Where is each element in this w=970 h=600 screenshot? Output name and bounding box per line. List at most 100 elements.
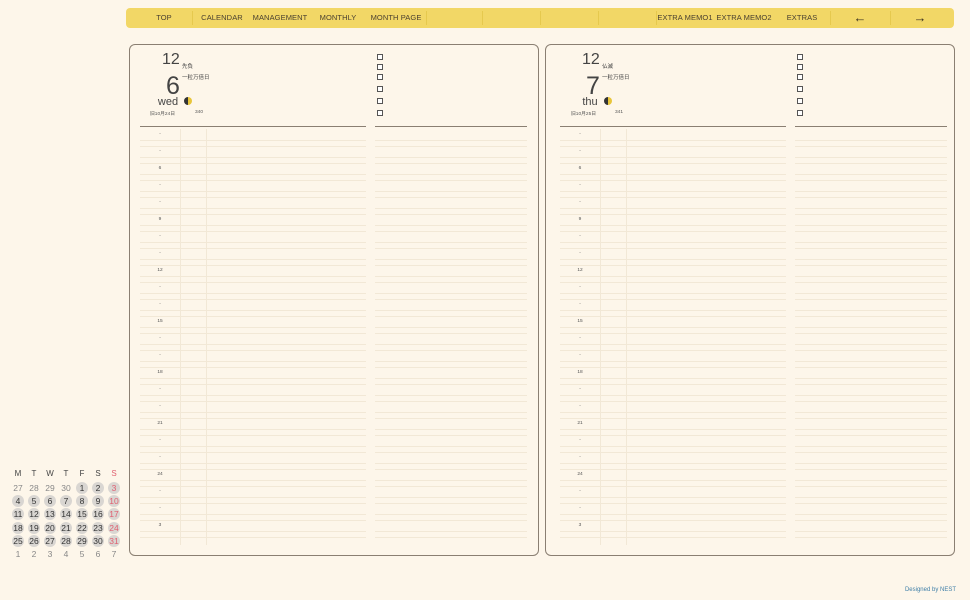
calendar-day[interactable]: 2 <box>92 482 104 494</box>
schedule-grid-line <box>140 180 366 181</box>
memo-grid-line <box>795 384 947 385</box>
calendar-day[interactable]: 28 <box>60 534 72 547</box>
calendar-day[interactable]: 26 <box>28 534 40 547</box>
hour-label: 6 <box>578 166 582 171</box>
prev-arrow-icon[interactable]: ← <box>830 8 890 28</box>
calendar-day[interactable]: 18 <box>12 521 24 534</box>
calendar-day[interactable]: 16 <box>92 508 104 521</box>
schedule-grid-line <box>140 282 366 283</box>
schedule-grid-line <box>560 435 786 436</box>
todo-checkbox[interactable] <box>797 86 803 92</box>
todo-checkbox[interactable] <box>797 54 803 60</box>
memo-grid-line <box>375 514 527 515</box>
month-number: 12 <box>582 51 600 68</box>
memo-grid-line <box>375 180 527 181</box>
calendar-day[interactable]: 30 <box>92 534 104 547</box>
calendar-day[interactable]: 14 <box>60 508 72 521</box>
memo-grid-line <box>375 350 527 351</box>
schedule-grid-line <box>560 316 786 317</box>
hour-label: - <box>579 455 581 460</box>
nav-extras[interactable]: EXTRAS <box>774 8 830 28</box>
calendar-day[interactable]: 13 <box>44 508 56 521</box>
todo-checkbox[interactable] <box>377 98 383 104</box>
memo-grid-line <box>375 276 527 277</box>
memo-grid-line <box>795 412 947 413</box>
calendar-day[interactable]: 12 <box>28 508 40 521</box>
todo-checkbox[interactable] <box>377 86 383 92</box>
weekday-header: T <box>31 469 37 478</box>
schedule-grid-line <box>560 197 786 198</box>
todo-checkbox[interactable] <box>797 64 803 70</box>
calendar-day[interactable]: 20 <box>44 521 56 534</box>
todo-checkbox[interactable] <box>377 110 383 116</box>
todo-checkbox[interactable] <box>377 54 383 60</box>
nav-extra-memo1[interactable]: EXTRA MEMO1 <box>656 8 714 28</box>
calendar-day[interactable]: 25 <box>12 534 24 547</box>
memo-grid-line <box>795 486 947 487</box>
hour-label: - <box>579 387 581 392</box>
schedule-grid-line <box>140 333 366 334</box>
todo-checkbox[interactable] <box>797 74 803 80</box>
next-arrow-icon[interactable]: → <box>890 8 950 28</box>
hour-label: - <box>579 285 581 290</box>
calendar-day[interactable]: 5 <box>28 495 40 508</box>
calendar-day[interactable]: 17 <box>108 508 120 521</box>
calendar-day[interactable]: 11 <box>12 508 24 521</box>
schedule-grid-line <box>140 276 366 277</box>
schedule-grid-line <box>560 191 786 192</box>
nav-monthly[interactable]: MONTHLY <box>310 8 366 28</box>
memo-grid-line <box>375 163 527 164</box>
calendar-day[interactable]: 8 <box>76 495 88 508</box>
nav-divider <box>540 11 541 25</box>
calendar-day[interactable]: 9 <box>92 495 104 508</box>
nav-month-page[interactable]: MONTH PAGE <box>366 8 426 28</box>
schedule-grid-line <box>140 401 366 402</box>
schedule-grid-line <box>560 208 786 209</box>
hour-label: 3 <box>158 523 162 528</box>
weekday-header: S <box>111 469 117 478</box>
calendar-day[interactable]: 27 <box>44 534 56 547</box>
memo-grid-line <box>795 208 947 209</box>
calendar-day[interactable]: 7 <box>60 495 72 508</box>
hour-label: - <box>159 387 161 392</box>
schedule-grid-line <box>560 401 786 402</box>
calendar-day[interactable]: 22 <box>76 521 88 534</box>
nav-extra-memo2[interactable]: EXTRA MEMO2 <box>714 8 774 28</box>
memo-grid-line <box>375 310 527 311</box>
schedule-grid-line <box>560 344 786 345</box>
nav-management[interactable]: MANAGEMENT <box>250 8 310 28</box>
schedule-grid-line <box>140 327 366 328</box>
memo-grid-line <box>795 316 947 317</box>
hour-label: - <box>579 404 581 409</box>
schedule-grid-line <box>140 514 366 515</box>
calendar-day[interactable]: 3 <box>108 482 120 494</box>
header-divider-left <box>560 126 786 127</box>
hour-label: - <box>579 489 581 494</box>
calendar-day[interactable]: 29 <box>76 534 88 547</box>
calendar-day-other-month: 30 <box>61 483 71 493</box>
nav-top[interactable]: TOP <box>136 8 192 28</box>
calendar-day-other-month: 1 <box>15 549 21 559</box>
hour-label: - <box>579 234 581 239</box>
hour-label: - <box>159 285 161 290</box>
calendar-day[interactable]: 21 <box>60 521 72 534</box>
calendar-day[interactable]: 10 <box>108 495 120 508</box>
calendar-day[interactable]: 24 <box>108 521 120 534</box>
calendar-day[interactable]: 1 <box>76 482 88 494</box>
memo-grid-line <box>795 480 947 481</box>
memo-grid-line <box>375 197 527 198</box>
date-header: 12 先負 一粒万倍日 6 wed 旧10月24日 340 <box>130 45 370 125</box>
calendar-day[interactable]: 4 <box>12 495 24 508</box>
calendar-day[interactable]: 31 <box>108 534 120 547</box>
calendar-day[interactable]: 6 <box>44 495 56 508</box>
calendar-day[interactable]: 15 <box>76 508 88 521</box>
calendar-day[interactable]: 19 <box>28 521 40 534</box>
todo-checkbox[interactable] <box>377 74 383 80</box>
calendar-day-other-month: 2 <box>31 549 37 559</box>
calendar-day[interactable]: 23 <box>92 521 104 534</box>
nav-calendar[interactable]: CALENDAR <box>194 8 250 28</box>
todo-checkbox[interactable] <box>797 110 803 116</box>
todo-checkbox[interactable] <box>797 98 803 104</box>
hour-label: - <box>579 200 581 205</box>
todo-checkbox[interactable] <box>377 64 383 70</box>
